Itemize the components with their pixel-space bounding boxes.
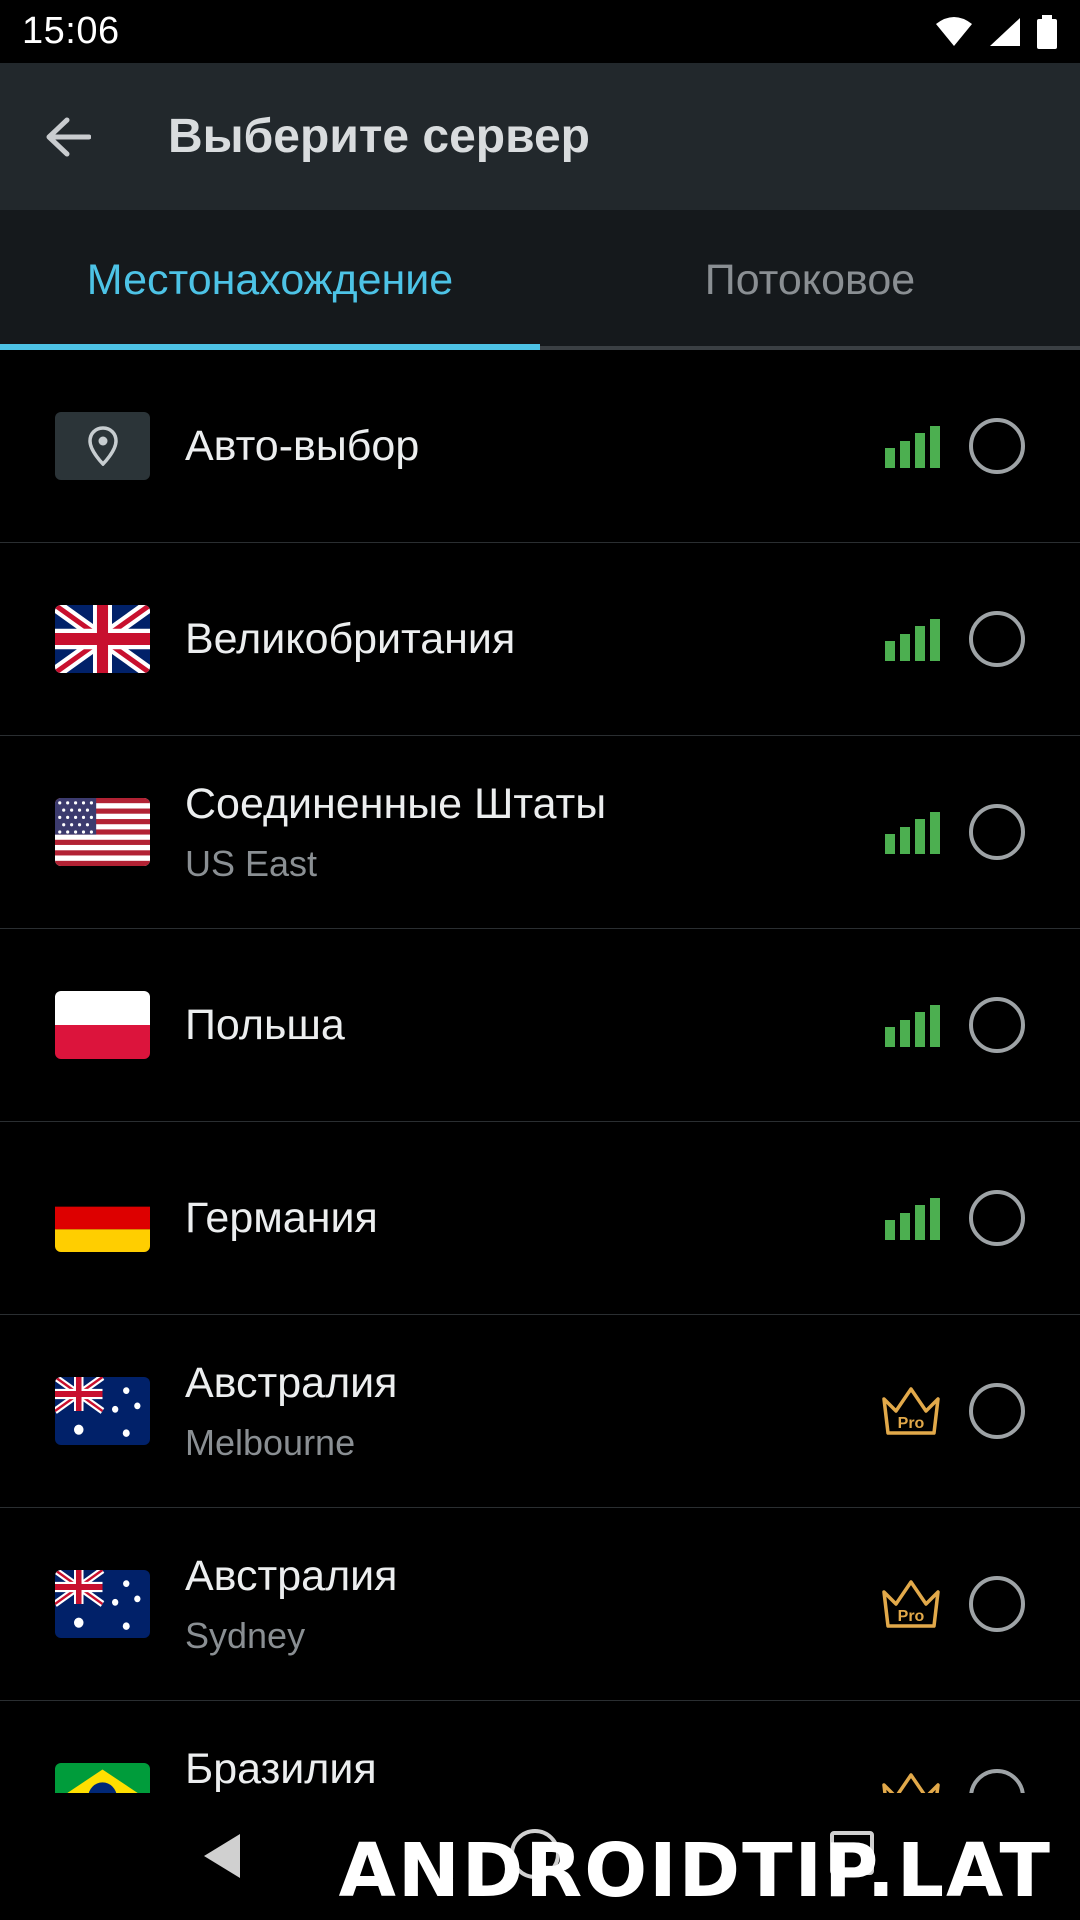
server-name: Польша	[185, 1000, 345, 1049]
server-row[interactable]: Соединенные Штаты US East	[0, 736, 1080, 929]
pro-badge-label: Pro	[898, 1415, 925, 1432]
radio-button[interactable]	[969, 418, 1025, 474]
server-row[interactable]: Австралия Melbourne Pro	[0, 1315, 1080, 1508]
us-flag-icon	[55, 798, 150, 866]
server-name: Австралия	[185, 1359, 398, 1407]
watermark: ANDROIDTIP.LAT	[338, 1828, 1052, 1914]
signal-strength-icon	[885, 812, 940, 854]
server-row[interactable]: Бразилия	[0, 1701, 1080, 1793]
status-bar: 15:06	[0, 0, 1080, 63]
nav-back-icon[interactable]	[200, 1831, 244, 1881]
arrow-left-icon	[46, 117, 91, 156]
radio-button[interactable]	[969, 1383, 1025, 1439]
server-row[interactable]: Германия	[0, 1122, 1080, 1315]
server-list: Авто-выбор Великобритания Соединенные Шт…	[0, 350, 1080, 1793]
server-name: Австралия	[185, 1552, 398, 1600]
server-name: Германия	[185, 1193, 378, 1242]
poland-flag-icon	[55, 991, 150, 1059]
radio-button[interactable]	[969, 1769, 1025, 1793]
cell-signal-icon	[990, 17, 1020, 46]
app-bar: Выберите сервер	[0, 63, 1080, 210]
australia-flag-icon	[55, 1570, 150, 1638]
tab-location[interactable]: Местонахождение	[0, 210, 540, 350]
server-city: Sydney	[185, 1615, 306, 1656]
server-name: Соединенные Штаты	[185, 780, 607, 828]
server-row[interactable]: Авто-выбор	[0, 350, 1080, 543]
server-row[interactable]: Австралия Sydney Pro	[0, 1508, 1080, 1701]
signal-strength-icon	[885, 1198, 940, 1240]
status-time: 15:06	[22, 10, 120, 52]
radio-button[interactable]	[969, 1190, 1025, 1246]
signal-strength-icon	[885, 426, 940, 468]
tab-streaming[interactable]: Потоковое	[540, 210, 1080, 350]
server-row[interactable]: Польша	[0, 929, 1080, 1122]
tab-streaming-label: Потоковое	[704, 255, 916, 304]
germany-flag-icon	[55, 1184, 150, 1252]
server-name: Великобритания	[185, 614, 516, 663]
page-title: Выберите сервер	[168, 110, 590, 163]
server-name: Авто-выбор	[185, 421, 420, 470]
server-name: Бразилия	[185, 1745, 377, 1793]
brazil-flag-icon	[55, 1763, 150, 1793]
radio-button[interactable]	[969, 1576, 1025, 1632]
radio-button[interactable]	[969, 611, 1025, 667]
australia-flag-icon	[55, 1377, 150, 1445]
server-row[interactable]: Великобритания	[0, 543, 1080, 736]
radio-button[interactable]	[969, 997, 1025, 1053]
server-city: Melbourne	[185, 1422, 356, 1463]
pro-crown-icon	[882, 1773, 940, 1793]
pro-crown-icon: Pro	[882, 1580, 940, 1628]
signal-strength-icon	[885, 619, 940, 661]
server-city: US East	[185, 843, 318, 884]
location-pin-icon	[55, 412, 150, 480]
tab-location-label: Местонахождение	[86, 255, 454, 304]
wifi-icon	[936, 16, 972, 46]
battery-icon	[1037, 14, 1057, 49]
pro-badge-label: Pro	[898, 1608, 925, 1625]
tab-bar: Местонахождение Потоковое	[0, 210, 1080, 350]
signal-strength-icon	[885, 1005, 940, 1047]
radio-button[interactable]	[969, 804, 1025, 860]
uk-flag-icon	[55, 605, 150, 673]
back-button[interactable]	[0, 63, 136, 210]
pro-crown-icon: Pro	[882, 1387, 940, 1435]
status-icons	[934, 14, 1058, 49]
